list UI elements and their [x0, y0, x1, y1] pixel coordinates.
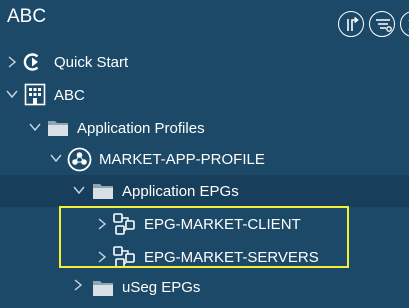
chevron-down-icon[interactable] [49, 152, 63, 164]
collapse-tree-button[interactable] [338, 11, 364, 37]
chevron-right-icon[interactable] [6, 55, 18, 69]
tree-item-label: ABC [54, 87, 85, 104]
tree-item-label: MARKET-APP-PROFILE [99, 151, 265, 168]
chevron-right-icon[interactable] [72, 278, 84, 292]
tree-item-application-profiles[interactable]: Application Profiles [0, 112, 409, 144]
folder-icon [48, 121, 68, 136]
tree-item-quick-start[interactable]: Quick Start [0, 46, 409, 78]
chevron-down-icon[interactable] [5, 88, 19, 100]
tree-collapse-icon [347, 16, 359, 31]
tree-item-market-app-profile[interactable]: MARKET-APP-PROFILE [0, 143, 409, 175]
folder-icon [93, 281, 113, 296]
tree-item-label: Application Profiles [77, 120, 205, 137]
highlight-box [59, 206, 349, 268]
tree-title: ABC [7, 6, 47, 27]
chevron-down-icon[interactable] [72, 184, 86, 196]
tree-item-abc[interactable]: ABC [0, 79, 409, 111]
filter-list-icon [376, 19, 392, 32]
close-icon [408, 20, 409, 30]
tree-item-application-epgs[interactable]: Application EPGs [0, 175, 409, 207]
tree-item-label: Application EPGs [122, 183, 239, 200]
tree-item-useg-epgs[interactable]: uSeg EPGs [0, 276, 409, 308]
tree-item-label: Quick Start [54, 54, 129, 71]
tree-item-label: uSeg EPGs [122, 279, 201, 296]
building-icon [24, 83, 46, 106]
chevron-down-icon[interactable] [28, 121, 42, 133]
close-button[interactable] [400, 11, 409, 37]
filter-button[interactable] [369, 11, 395, 37]
folder-icon [93, 184, 113, 199]
app-profile-icon [67, 147, 92, 172]
quick-start-icon [23, 53, 39, 71]
